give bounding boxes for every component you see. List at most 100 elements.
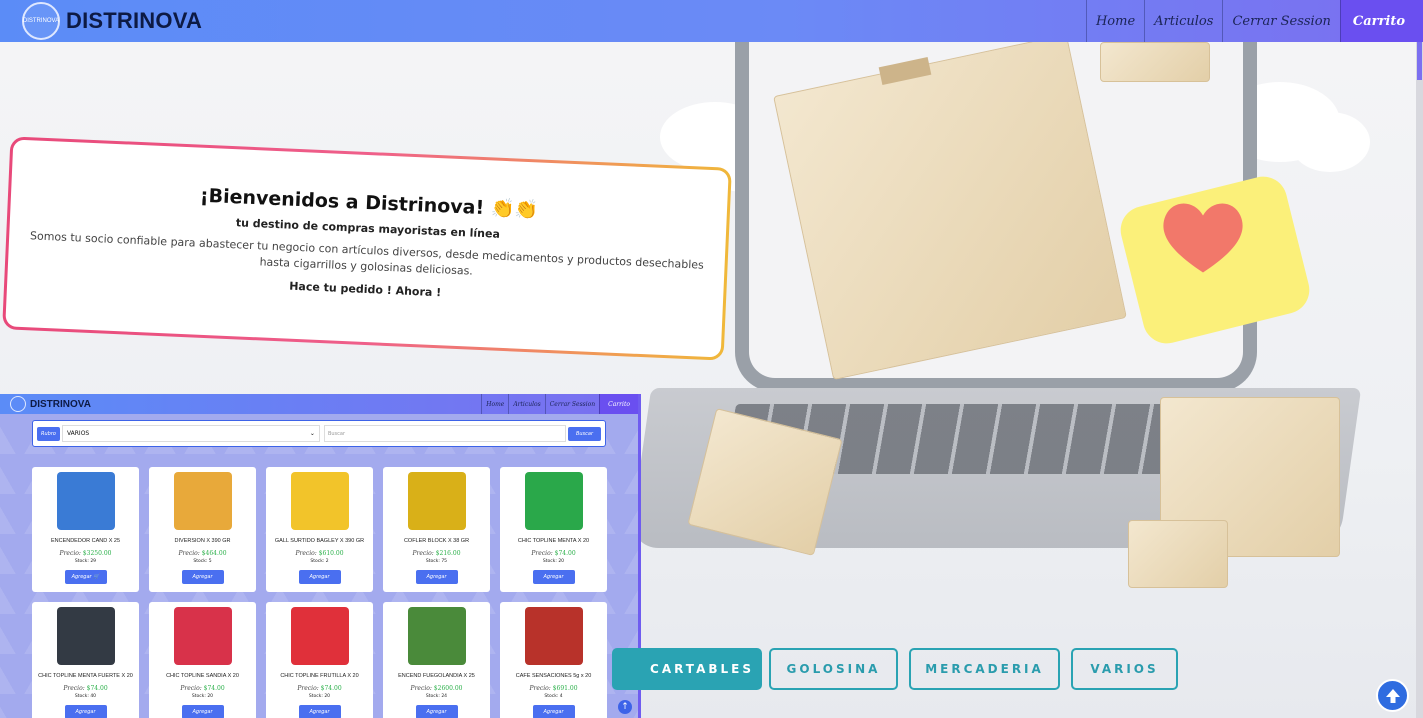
brand-name: DISTRINOVA bbox=[66, 8, 203, 33]
nav-link-articulos[interactable]: Articulos bbox=[1144, 0, 1222, 42]
product-image bbox=[173, 607, 232, 665]
distrinova-logo-icon: DISTRINOVA bbox=[22, 2, 60, 40]
welcome-card: ¡Bienvenidos a Distrinova! 👏👏 tu destino… bbox=[5, 139, 729, 358]
product-price: Precio: $74.00 bbox=[500, 550, 607, 557]
product-add-button: Agregar bbox=[64, 705, 107, 718]
product-stock: Stock: 5 bbox=[193, 559, 212, 564]
product-stock: Stock: 20 bbox=[191, 694, 214, 699]
cloud-illustration bbox=[1290, 112, 1370, 172]
product-name: COFLER BLOCK X 38 GR bbox=[403, 538, 470, 544]
scrollbar-thumb[interactable] bbox=[1417, 42, 1422, 80]
product-image bbox=[290, 472, 349, 530]
product-add-button: Agregar bbox=[298, 570, 341, 584]
product-price-label: Precio: bbox=[531, 550, 553, 557]
chevron-down-icon: ⌄ bbox=[309, 430, 315, 437]
product-price: Precio: $3250.00 bbox=[32, 550, 139, 557]
nav-links: Home Articulos Cerrar Session Carrito bbox=[1085, 0, 1423, 42]
category-mercaderia-button[interactable]: MERCADERIA bbox=[909, 648, 1060, 690]
product-add-button: Agregar 🛒 bbox=[64, 570, 107, 584]
product-name: ENCEND FUEGOLANDIA X 25 bbox=[398, 673, 475, 679]
preview-nav-carrito: Carrito bbox=[599, 394, 638, 414]
product-stock: Stock: 29 bbox=[74, 559, 97, 564]
preview-search-button: Buscar bbox=[567, 426, 602, 441]
product-price: Precio: $74.00 bbox=[32, 685, 139, 692]
product-name: CHIC TOPLINE FRUTILLA X 20 bbox=[280, 673, 359, 679]
product-image bbox=[56, 472, 115, 530]
product-stock: Stock: 20 bbox=[542, 559, 565, 564]
product-image bbox=[407, 607, 466, 665]
product-price-value: $2600.00 bbox=[433, 685, 463, 692]
product-price-label: Precio: bbox=[295, 550, 317, 557]
product-price-label: Precio: bbox=[529, 685, 551, 692]
preview-nav-links: Home Articulos Cerrar Session Carrito bbox=[481, 394, 638, 414]
nav-link-carrito[interactable]: Carrito bbox=[1339, 0, 1423, 42]
product-add-button: Agregar bbox=[181, 570, 224, 584]
preview-product-card: CAFE SENSACIONES 5g x 20 Precio: $691.00… bbox=[500, 602, 607, 718]
preview-product-card: CHIC TOPLINE SANDIA X 20 Precio: $74.00 … bbox=[149, 602, 256, 718]
product-price: Precio: $610.00 bbox=[266, 550, 373, 557]
product-price-value: $74.00 bbox=[203, 685, 225, 692]
product-stock: Stock: 2 bbox=[310, 559, 329, 564]
category-golosina-button[interactable]: GOLOSINA bbox=[769, 648, 898, 690]
preview-rubro-select: VARIOS ⌄ bbox=[61, 425, 320, 442]
welcome-card-border: ¡Bienvenidos a Distrinova! 👏👏 tu destino… bbox=[2, 136, 732, 361]
preview-nav-home: Home bbox=[481, 394, 508, 414]
product-name: GALL SURTIDO BAGLEY X 390 GR bbox=[274, 538, 365, 544]
preview-product-grid: ENCENDEDOR CAND X 25 Precio: $3250.00 St… bbox=[32, 467, 607, 718]
product-price: Precio: $216.00 bbox=[383, 550, 490, 557]
site-preview-image: DISTRINOVA Home Articulos Cerrar Session… bbox=[0, 394, 641, 718]
product-price-label: Precio: bbox=[410, 685, 432, 692]
product-add-button: Agregar bbox=[415, 705, 458, 718]
product-stock: Stock: 40 bbox=[74, 694, 97, 699]
product-price-value: $74.00 bbox=[320, 685, 342, 692]
product-price: Precio: $2600.00 bbox=[383, 685, 490, 692]
box-illustration bbox=[1128, 520, 1228, 588]
preview-nav-articulos: Articulos bbox=[508, 394, 544, 414]
product-name: CHIC TOPLINE SANDIA X 20 bbox=[166, 673, 239, 679]
product-image bbox=[290, 607, 349, 665]
product-add-button: Agregar bbox=[415, 570, 458, 584]
product-stock: Stock: 24 bbox=[425, 694, 448, 699]
product-name: CAFE SENSACIONES 5g x 20 bbox=[515, 673, 592, 679]
product-stock: Stock: 4 bbox=[544, 694, 563, 699]
product-add-button: Agregar bbox=[181, 705, 224, 718]
product-price-value: $74.00 bbox=[554, 550, 576, 557]
product-price-value: $216.00 bbox=[435, 550, 461, 557]
category-varios-button[interactable]: VARIOS bbox=[1071, 648, 1178, 690]
product-image bbox=[56, 607, 115, 665]
product-price-value: $3250.00 bbox=[82, 550, 112, 557]
preview-scroll-top-icon: ↑ bbox=[618, 700, 632, 714]
product-image bbox=[173, 472, 232, 530]
logo-text: DISTRINOVA bbox=[22, 18, 60, 24]
product-price: Precio: $74.00 bbox=[149, 685, 256, 692]
product-stock: Stock: 20 bbox=[308, 694, 331, 699]
product-price-label: Precio: bbox=[412, 550, 434, 557]
preview-search-input: Buscar bbox=[323, 425, 566, 442]
category-cartables-button[interactable]: CARTABLES bbox=[612, 648, 762, 690]
product-price-value: $610.00 bbox=[318, 550, 344, 557]
product-name: CHIC TOPLINE MENTA FUERTE X 20 bbox=[38, 673, 133, 679]
preview-brand: DISTRINOVA bbox=[30, 398, 91, 410]
product-name: DIVERSION X 390 GR bbox=[174, 538, 231, 544]
preview-product-card: CHIC TOPLINE FRUTILLA X 20 Precio: $74.0… bbox=[266, 602, 373, 718]
page-scrollbar[interactable] bbox=[1416, 42, 1423, 718]
small-box-illustration bbox=[1100, 42, 1210, 82]
nav-link-cerrar-session[interactable]: Cerrar Session bbox=[1222, 0, 1339, 42]
product-price-label: Precio: bbox=[63, 685, 85, 692]
product-price-label: Precio: bbox=[180, 685, 202, 692]
nav-link-home[interactable]: Home bbox=[1085, 0, 1144, 42]
product-add-button: Agregar bbox=[298, 705, 341, 718]
product-price-label: Precio: bbox=[297, 685, 319, 692]
preview-nav-cerrar-session: Cerrar Session bbox=[544, 394, 599, 414]
product-image bbox=[524, 607, 583, 665]
preview-navbar: DISTRINOVA Home Articulos Cerrar Session… bbox=[0, 394, 638, 414]
product-price-value: $464.00 bbox=[201, 550, 227, 557]
preview-product-card: ENCENDEDOR CAND X 25 Precio: $3250.00 St… bbox=[32, 467, 139, 592]
brand[interactable]: DISTRINOVA DISTRINOVA bbox=[22, 2, 202, 40]
scroll-top-button[interactable] bbox=[1376, 679, 1409, 712]
product-price: Precio: $464.00 bbox=[149, 550, 256, 557]
product-price: Precio: $691.00 bbox=[500, 685, 607, 692]
preview-product-card: ENCEND FUEGOLANDIA X 25 Precio: $2600.00… bbox=[383, 602, 490, 718]
product-price-label: Precio: bbox=[59, 550, 81, 557]
preview-search-bar: Rubro VARIOS ⌄ Buscar Buscar bbox=[32, 420, 606, 447]
